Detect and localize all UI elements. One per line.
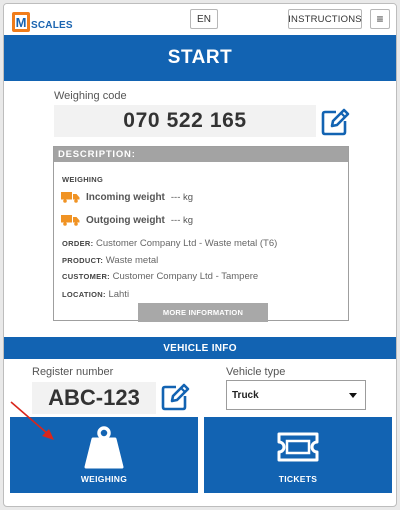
- product-row: PRODUCT: Waste metal: [62, 255, 158, 266]
- customer-value: Customer Company Ltd - Tampere: [112, 271, 259, 282]
- customer-row: CUSTOMER: Customer Company Ltd - Tampere: [62, 271, 258, 282]
- ticket-icon: [277, 432, 319, 462]
- logo-mark: M: [12, 12, 30, 32]
- tickets-tile-button[interactable]: TICKETS: [204, 417, 392, 493]
- outgoing-weight-row: Outgoing weight --- kg: [61, 214, 193, 226]
- vehicle-type-select[interactable]: Truck: [226, 380, 366, 410]
- order-key: ORDER:: [62, 239, 94, 248]
- edit-code-icon[interactable]: [320, 107, 350, 137]
- app-frame: M SCALES EN INSTRUCTIONS ≡ START Weighin…: [3, 3, 397, 507]
- register-number-label: Register number: [32, 366, 114, 378]
- order-value: Customer Company Ltd - Waste metal (T6): [96, 238, 278, 249]
- edit-register-icon[interactable]: [160, 382, 190, 412]
- product-value: Waste metal: [105, 255, 159, 266]
- product-key: PRODUCT:: [62, 256, 104, 265]
- chevron-down-icon: [349, 393, 357, 398]
- mscales-logo[interactable]: M SCALES: [12, 11, 73, 33]
- hamburger-menu-icon: ≡: [376, 12, 384, 26]
- truck-icon: [61, 215, 80, 226]
- more-information-button[interactable]: MORE INFORMATION: [138, 303, 268, 322]
- description-heading: DESCRIPTION:: [54, 147, 348, 162]
- annotation-arrow-icon: [10, 401, 54, 440]
- truck-icon: [61, 192, 80, 203]
- top-bar: M SCALES EN INSTRUCTIONS ≡: [4, 4, 396, 38]
- start-banner: START: [4, 35, 396, 81]
- customer-key: CUSTOMER:: [62, 272, 110, 281]
- description-panel: DESCRIPTION: WEIGHING Incoming weight --…: [53, 146, 349, 322]
- incoming-weight-row: Incoming weight --- kg: [61, 191, 193, 203]
- weighing-tile-label: WEIGHING: [80, 474, 128, 484]
- incoming-weight-value: --- kg: [170, 191, 194, 203]
- weighing-code-value: 070 522 165: [54, 105, 316, 137]
- incoming-weight-label: Incoming weight: [86, 191, 165, 203]
- tickets-tile-label: TICKETS: [278, 474, 318, 484]
- vehicle-type-value: Truck: [232, 389, 259, 401]
- language-button[interactable]: EN: [190, 9, 218, 29]
- weight-icon: [84, 426, 124, 469]
- vehicle-type-label: Vehicle type: [226, 366, 286, 378]
- outgoing-weight-value: --- kg: [170, 214, 194, 226]
- logo-text: SCALES: [31, 19, 73, 31]
- weighing-section-label: WEIGHING: [62, 175, 104, 184]
- weighing-code-label: Weighing code: [54, 90, 127, 102]
- outgoing-weight-label: Outgoing weight: [86, 214, 165, 226]
- instructions-button[interactable]: INSTRUCTIONS: [288, 9, 362, 29]
- location-row: LOCATION: Lahti: [62, 289, 129, 300]
- location-value: Lahti: [108, 289, 130, 300]
- order-row: ORDER: Customer Company Ltd - Waste meta…: [62, 238, 277, 249]
- vehicle-info-heading: VEHICLE INFO: [4, 337, 396, 359]
- menu-button[interactable]: ≡: [370, 9, 390, 29]
- location-key: LOCATION:: [62, 290, 106, 299]
